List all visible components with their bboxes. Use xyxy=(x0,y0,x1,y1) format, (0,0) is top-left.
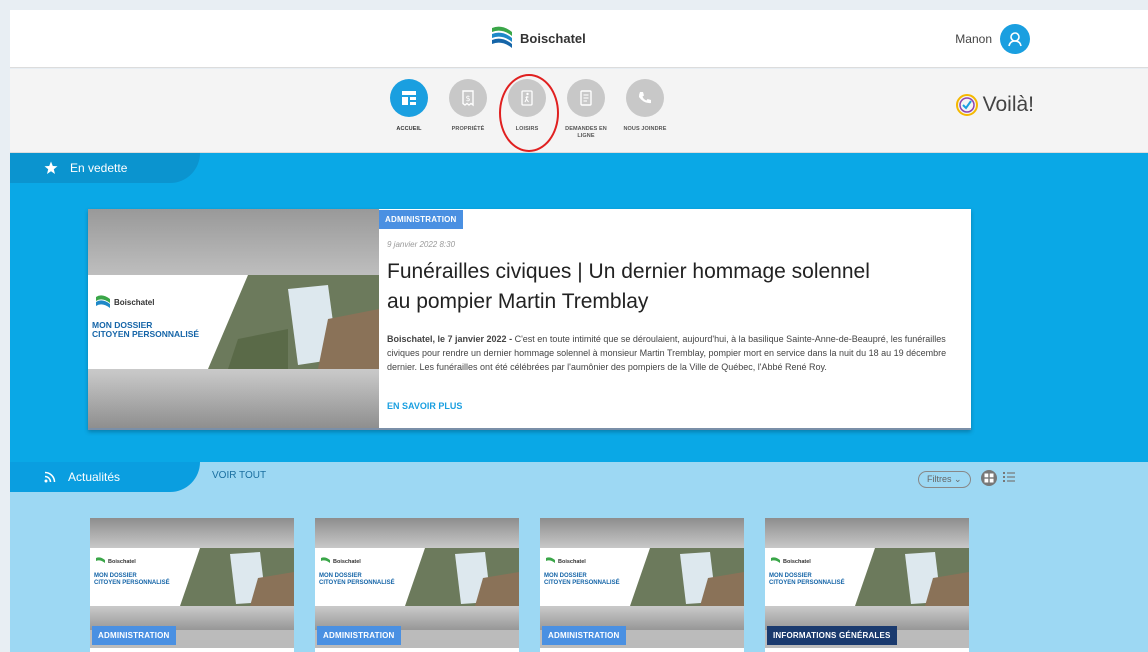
nav-circle xyxy=(390,79,428,117)
article-title[interactable]: Funérailles civiques | Un dernier hommag… xyxy=(387,257,887,317)
svg-text:CITOYEN PERSONNALISÉ: CITOYEN PERSONNALISÉ xyxy=(319,578,395,586)
card-brand-text: Boischatel xyxy=(333,559,361,565)
grid-view-icon xyxy=(984,473,994,483)
phone-icon xyxy=(639,92,651,104)
nav-item-propriete[interactable]: $ PROPRIÉTÉ xyxy=(443,79,493,140)
see-all-link[interactable]: VOIR TOUT xyxy=(212,470,266,481)
category-badge[interactable]: ADMINISTRATION xyxy=(92,626,176,645)
rss-icon xyxy=(44,471,56,483)
nav-item-nous-joindre[interactable]: NOUS JOINDRE xyxy=(620,79,670,140)
category-badge[interactable]: ADMINISTRATION xyxy=(379,210,463,229)
news-tab: Actualités xyxy=(10,462,200,492)
dossier-citoyen-banner-image: Boischatel MON DOSSIER CITOYEN PERSONNAL… xyxy=(540,548,744,606)
brand-name: Boischatel xyxy=(520,30,586,46)
news-card-image: Boischatel MON DOSSIER CITOYEN PERSONNAL… xyxy=(765,518,969,630)
svg-text:MON DOSSIER: MON DOSSIER xyxy=(319,573,362,579)
home-grid-icon xyxy=(402,91,416,105)
nav-label: ACCUEIL xyxy=(396,126,422,132)
svg-text:$: $ xyxy=(465,94,470,103)
nav-label: DEMANDES EN LIGNE xyxy=(565,126,607,139)
card-brand-text: Boischatel xyxy=(783,559,811,565)
svg-text:MON DOSSIER: MON DOSSIER xyxy=(544,573,587,579)
news-card[interactable]: Boischatel MON DOSSIER CITOYEN PERSONNAL… xyxy=(765,518,969,652)
card-brand-text: Boischatel xyxy=(558,559,586,565)
document-icon xyxy=(580,90,592,106)
nav-item-loisirs[interactable]: LOISIRS xyxy=(502,79,552,140)
category-badge[interactable]: INFORMATIONS GÉNÉRALES xyxy=(767,626,897,645)
featured-article-card[interactable]: Boischatel MON DOSSIER CITOYEN PERSONNAL… xyxy=(88,209,971,430)
voila-check-icon xyxy=(955,94,978,116)
featured-tab: En vedette xyxy=(10,153,200,183)
news-card-image: Boischatel MON DOSSIER CITOYEN PERSONNAL… xyxy=(90,518,294,630)
article-date: 9 janvier 2022 8:30 xyxy=(387,240,456,249)
nav-circle xyxy=(508,79,546,117)
user-avatar[interactable] xyxy=(1000,24,1030,54)
nav-circle: $ xyxy=(449,79,487,117)
svg-text:MON DOSSIER: MON DOSSIER xyxy=(769,573,812,579)
dossier-citoyen-banner-image: Boischatel MON DOSSIER CITOYEN PERSONNAL… xyxy=(90,548,294,606)
user-menu[interactable]: Manon xyxy=(955,24,1030,54)
filters-dropdown[interactable]: Filtres ⌄ xyxy=(918,471,971,488)
nav-circle xyxy=(567,79,605,117)
card-brand-text: Boischatel xyxy=(108,559,136,565)
nav-item-demandes-en-ligne[interactable]: DEMANDES EN LIGNE xyxy=(561,79,611,140)
top-bar: Boischatel Manon xyxy=(10,10,1148,68)
featured-article-body: ADMINISTRATION 9 janvier 2022 8:30 Funér… xyxy=(379,209,971,428)
card-body xyxy=(765,648,969,652)
read-more-link[interactable]: EN SAVOIR PLUS xyxy=(387,401,462,411)
svg-text:CITOYEN PERSONNALISÉ: CITOYEN PERSONNALISÉ xyxy=(544,578,620,586)
list-view-icon xyxy=(1003,472,1015,482)
main-nav-bar: ACCUEIL $ PROPRIÉTÉ LOISIRS DEMANDES EN … xyxy=(10,69,1148,153)
voila-text: Voilà! xyxy=(982,93,1034,116)
card-body xyxy=(315,648,519,652)
nav-circle xyxy=(626,79,664,117)
news-card[interactable]: Boischatel MON DOSSIER CITOYEN PERSONNAL… xyxy=(90,518,294,652)
news-card[interactable]: Boischatel MON DOSSIER CITOYEN PERSONNAL… xyxy=(540,518,744,652)
dossier-citoyen-banner-image: Boischatel MON DOSSIER CITOYEN PERSONNAL… xyxy=(315,548,519,606)
brand-logo-link[interactable]: Boischatel xyxy=(490,24,586,52)
news-label: Actualités xyxy=(68,470,121,484)
voila-logo[interactable]: Voilà! xyxy=(955,93,1034,117)
news-card-image: Boischatel MON DOSSIER CITOYEN PERSONNAL… xyxy=(315,518,519,630)
news-card[interactable]: Boischatel MON DOSSIER CITOYEN PERSONNAL… xyxy=(315,518,519,652)
nav-label: NOUS JOINDRE xyxy=(623,126,667,132)
article-lead: Boischatel, le 7 janvier 2022 - xyxy=(387,334,515,344)
star-icon xyxy=(44,161,58,174)
tax-bill-icon: $ xyxy=(462,90,474,107)
dossier-citoyen-banner-image: Boischatel MON DOSSIER CITOYEN PERSONNAL… xyxy=(88,275,379,369)
news-section: Actualités VOIR TOUT Filtres ⌄ Boischate… xyxy=(10,462,1148,652)
svg-text:MON DOSSIER: MON DOSSIER xyxy=(94,573,137,579)
dossier-citoyen-banner-image: Boischatel MON DOSSIER CITOYEN PERSONNAL… xyxy=(765,548,969,606)
user-name: Manon xyxy=(955,32,992,46)
nav-item-accueil[interactable]: ACCUEIL xyxy=(384,79,434,140)
nav-label: PROPRIÉTÉ xyxy=(451,126,485,132)
card-body xyxy=(540,648,744,652)
boischatel-logo-icon xyxy=(492,26,512,48)
list-view-button[interactable] xyxy=(1002,470,1016,489)
featured-label: En vedette xyxy=(70,161,128,175)
featured-article-image: Boischatel MON DOSSIER CITOYEN PERSONNAL… xyxy=(88,209,379,428)
user-icon xyxy=(1008,32,1022,47)
featured-section: En vedette Boischatel MON DOSSIER CITOYE… xyxy=(10,153,1148,462)
svg-text:CITOYEN PERSONNALISÉ: CITOYEN PERSONNALISÉ xyxy=(769,578,845,586)
svg-text:CITOYEN PERSONNALISÉ: CITOYEN PERSONNALISÉ xyxy=(94,578,170,586)
grid-view-button[interactable] xyxy=(981,470,997,486)
news-card-image: Boischatel MON DOSSIER CITOYEN PERSONNAL… xyxy=(540,518,744,630)
category-badge[interactable]: ADMINISTRATION xyxy=(317,626,401,645)
main-nav: ACCUEIL $ PROPRIÉTÉ LOISIRS DEMANDES EN … xyxy=(384,79,670,140)
category-badge[interactable]: ADMINISTRATION xyxy=(542,626,626,645)
activity-figure-icon xyxy=(521,90,533,106)
article-excerpt: Boischatel, le 7 janvier 2022 - C'est en… xyxy=(387,332,967,374)
banner-caption-line-2: CITOYEN PERSONNALISÉ xyxy=(92,329,199,339)
banner-brand-text: Boischatel xyxy=(114,298,154,307)
card-body xyxy=(90,648,294,652)
nav-label: LOISIRS xyxy=(515,126,539,132)
